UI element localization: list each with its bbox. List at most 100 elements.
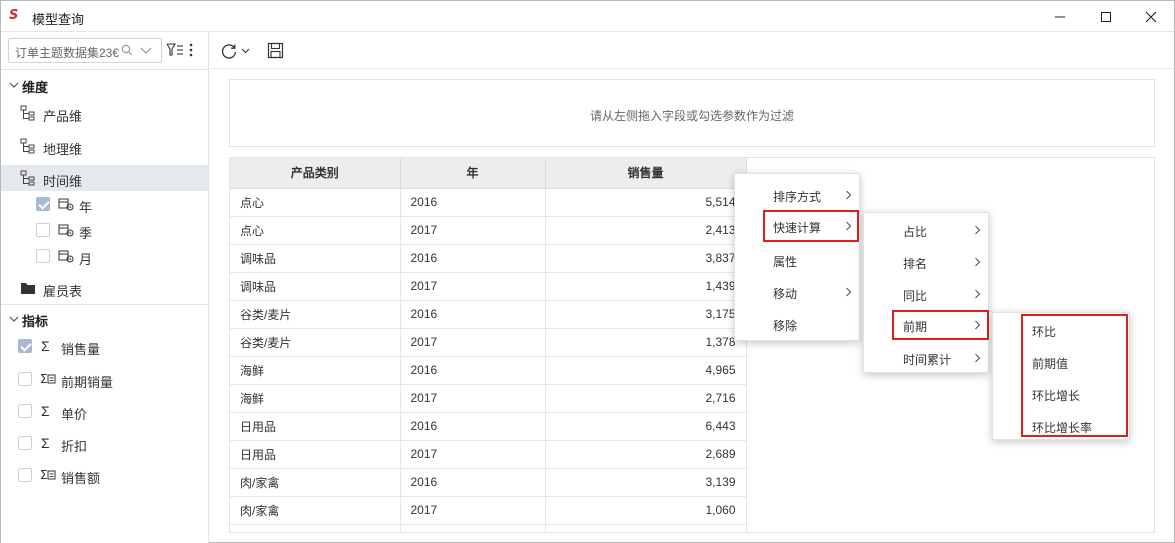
table-item-employees[interactable]: 雇员表	[1, 275, 208, 301]
menu-item-label: 环比增长	[1032, 389, 1081, 403]
cell-year: 2016	[400, 468, 546, 497]
dimensions-label: 维度	[22, 80, 49, 95]
measure-item-discount[interactable]: Σ 折扣	[1, 430, 208, 456]
previous-period-submenu: 环比 前期值 环比增长 环比增长率	[992, 312, 1130, 440]
measure-item-sales-qty[interactable]: Σ 销售量	[1, 333, 208, 359]
window-title: 模型查询	[32, 12, 85, 27]
measure-item-label: 前期销量	[61, 375, 114, 390]
chevron-down-icon[interactable]	[241, 47, 250, 55]
menu-item-mom[interactable]: 环比	[993, 315, 1129, 345]
filter-drop-area[interactable]: 请从左侧拖入字段或勾选参数作为过滤	[229, 79, 1155, 147]
column-header-category[interactable]: 产品类别	[230, 158, 401, 189]
sales-qty-checkbox[interactable]	[18, 339, 32, 353]
prev-sales-checkbox[interactable]	[18, 372, 32, 386]
menu-item-label: 同比	[903, 289, 928, 303]
table-row: 特制品20162,460	[230, 524, 747, 532]
cell-year: 2017	[400, 384, 546, 413]
filter-list-icon[interactable]	[166, 42, 184, 58]
menu-item-move[interactable]: 移动	[735, 277, 859, 307]
menu-item-sort[interactable]: 排序方式	[735, 180, 859, 210]
menu-item-label: 移除	[773, 319, 798, 333]
more-vertical-icon[interactable]	[187, 42, 195, 58]
menu-item-label: 前期	[903, 320, 928, 334]
menu-item-rank[interactable]: 排名	[864, 247, 988, 277]
menu-item-label: 排名	[903, 257, 928, 271]
time-field-label: 年	[79, 200, 93, 215]
menu-item-label: 排序方式	[773, 190, 822, 204]
app-logo-icon: S	[9, 8, 19, 23]
measure-item-unit-price[interactable]: Σ 单价	[1, 398, 208, 424]
cell-year: 2017	[400, 496, 546, 525]
cell-sales-qty: 3,139	[545, 468, 747, 497]
time-field-month[interactable]: 月	[1, 243, 208, 269]
date-icon	[58, 248, 74, 264]
measure-item-sales-amount[interactable]: Σ 销售额	[1, 462, 208, 488]
menu-item-previous-value[interactable]: 前期值	[993, 347, 1129, 377]
cell-category: 海鲜	[230, 356, 401, 385]
year-checkbox[interactable]	[36, 197, 50, 211]
close-icon	[1145, 11, 1157, 22]
quarter-checkbox[interactable]	[36, 223, 50, 237]
column-header-sales-qty[interactable]: 销售量	[545, 158, 747, 189]
refresh-icon[interactable]	[220, 42, 238, 60]
cell-sales-qty: 4,965	[545, 356, 747, 385]
search-icon[interactable]	[121, 44, 133, 56]
chevron-right-icon	[975, 289, 981, 299]
menu-item-label: 占比	[903, 225, 928, 239]
menu-item-properties[interactable]: 属性	[735, 245, 859, 275]
chevron-right-icon	[975, 225, 981, 235]
dataset-select[interactable]: 订单主题数据集23€	[8, 38, 162, 63]
dimension-item-label: 时间维	[43, 174, 83, 189]
time-field-quarter[interactable]: 季	[1, 217, 208, 243]
chevron-right-icon	[975, 353, 981, 363]
measure-item-prev-sales[interactable]: Σ 前期销量	[1, 366, 208, 392]
table-row: 调味品 2016 3,837	[230, 244, 747, 273]
menu-item-label: 移动	[773, 287, 798, 301]
dimension-item-time[interactable]: 时间维	[1, 165, 208, 191]
measures-label: 指标	[22, 314, 49, 329]
table-row: 调味品 2017 1,439	[230, 272, 747, 301]
close-button[interactable]	[1128, 1, 1174, 32]
dimension-item-geography[interactable]: 地理维	[1, 133, 208, 159]
title-bar: S 模型查询	[1, 1, 1174, 32]
sum-icon: Σ	[41, 338, 50, 354]
time-field-label: 季	[79, 226, 93, 241]
save-icon[interactable]	[267, 42, 284, 59]
menu-item-yoy[interactable]: 同比	[864, 279, 988, 309]
menu-item-previous-period[interactable]: 前期	[892, 310, 989, 340]
menu-item-label: 环比增长率	[1032, 421, 1093, 435]
discount-checkbox[interactable]	[18, 436, 32, 450]
cell-sales-qty: 3,175	[545, 300, 747, 329]
menu-item-remove[interactable]: 移除	[735, 309, 859, 339]
menu-item-quick-calc[interactable]: 快速计算	[763, 210, 859, 242]
menu-item-cumulative[interactable]: 时间累计	[864, 343, 988, 373]
sales-amount-checkbox[interactable]	[18, 468, 32, 482]
time-field-year[interactable]: 年	[1, 191, 208, 217]
maximize-button[interactable]	[1083, 1, 1129, 32]
cell-year: 2017	[400, 440, 546, 469]
menu-item-mom-growth-rate[interactable]: 环比增长率	[993, 411, 1129, 441]
chevron-right-icon	[846, 221, 852, 231]
measures-section-header[interactable]: 指标	[1, 308, 208, 330]
month-checkbox[interactable]	[36, 249, 50, 263]
menu-item-mom-growth[interactable]: 环比增长	[993, 379, 1129, 409]
cell-category: 肉/家禽	[230, 468, 401, 497]
table-row: 谷类/麦片 2016 3,175	[230, 300, 747, 329]
divider	[1, 69, 208, 70]
menu-item-ratio[interactable]: 占比	[864, 215, 988, 245]
cell-year: 2016	[400, 524, 546, 532]
cell-sales-qty: 1,060	[545, 496, 747, 525]
chevron-down-icon[interactable]	[140, 46, 152, 56]
table-row: 肉/家禽 2017 1,060	[230, 496, 747, 525]
cell-year: 2017	[400, 216, 546, 245]
cell-category: 日用品	[230, 412, 401, 441]
dimensions-section-header[interactable]: 维度	[1, 74, 208, 96]
calc-measure-icon: Σ	[39, 467, 56, 483]
unit-price-checkbox[interactable]	[18, 404, 32, 418]
table-row: 海鲜 2017 2,716	[230, 384, 747, 413]
measure-item-label: 单价	[61, 407, 88, 422]
dimension-item-product[interactable]: 产品维	[1, 100, 208, 126]
column-header-year[interactable]: 年	[400, 158, 546, 189]
minimize-button[interactable]	[1037, 1, 1083, 32]
cell-sales-qty: 1,378	[545, 328, 747, 357]
